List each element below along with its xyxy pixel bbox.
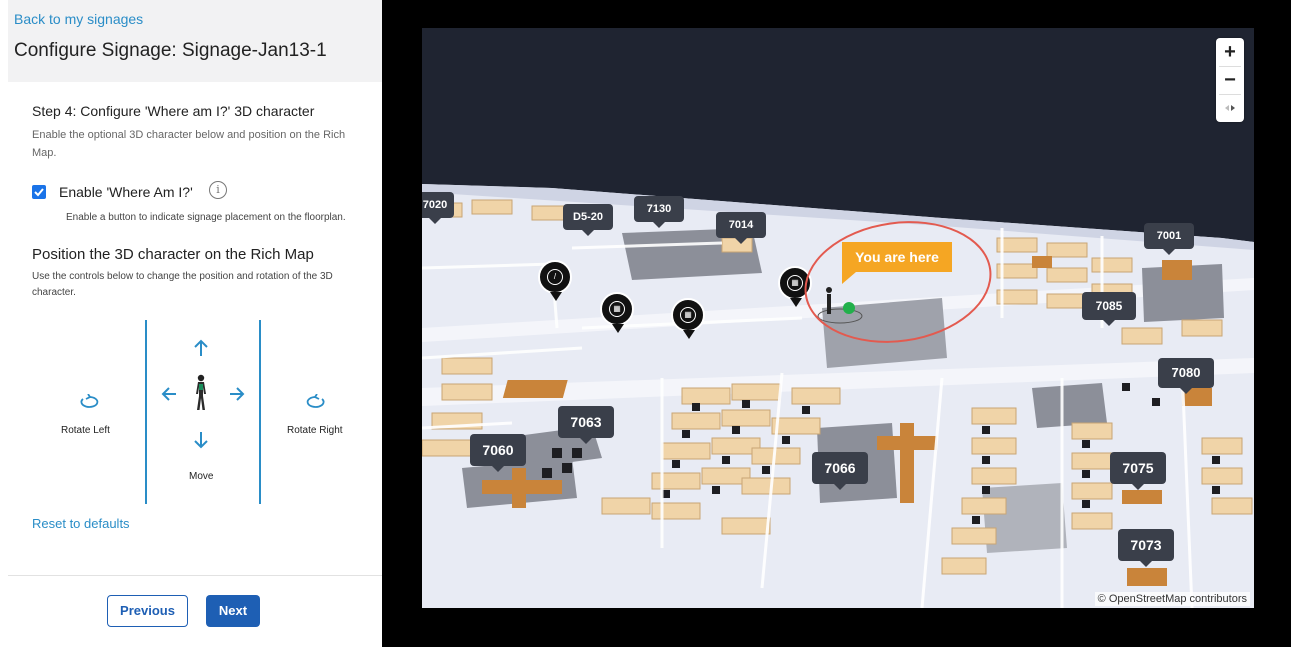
- zoom-controls: + −: [1216, 38, 1244, 122]
- reset-to-defaults-link[interactable]: Reset to defaults: [32, 516, 130, 531]
- room-label[interactable]: 7060: [470, 434, 526, 472]
- move-up-arrow-icon[interactable]: [192, 338, 210, 358]
- info-icon[interactable]: i: [209, 181, 227, 199]
- divider-right: [259, 320, 261, 504]
- zoom-in-button[interactable]: +: [1216, 38, 1244, 66]
- room-label[interactable]: 7085: [1082, 292, 1136, 326]
- enable-where-am-i-checkbox[interactable]: [32, 185, 46, 199]
- map-attribution[interactable]: © OpenStreetMap contributors: [1094, 592, 1250, 606]
- position-description: Use the controls below to change the pos…: [32, 271, 333, 298]
- enable-help-text: Enable a button to indicate signage plac…: [66, 212, 346, 223]
- rotate-left-label: Rotate Left: [61, 425, 110, 436]
- room-label[interactable]: 7073: [1118, 529, 1174, 567]
- room-label[interactable]: 7020: [422, 192, 454, 224]
- enable-where-am-i-label: Enable 'Where Am I?': [59, 184, 193, 200]
- step-title: Step 4: Configure 'Where am I?' 3D chara…: [32, 103, 315, 119]
- room-label[interactable]: D5-20: [563, 204, 613, 236]
- move-label: Move: [189, 471, 214, 482]
- footer-divider: [8, 575, 382, 576]
- stairs-pin-icon[interactable]: /: [538, 260, 572, 301]
- room-label[interactable]: 7130: [634, 196, 684, 228]
- room-pin-icon[interactable]: ▦: [600, 292, 634, 333]
- divider-left: [145, 320, 147, 504]
- step-description: Enable the optional 3D character below a…: [32, 129, 346, 159]
- page-title: Configure Signage: Signage-Jan13-1: [14, 40, 327, 61]
- next-button[interactable]: Next: [206, 595, 260, 627]
- rotate-right-icon[interactable]: [305, 394, 327, 410]
- you-are-here-marker: You are here: [842, 242, 952, 284]
- config-panel: Back to my signages Configure Signage: S…: [0, 0, 382, 647]
- room-label[interactable]: 7080: [1158, 358, 1214, 394]
- position-title: Position the 3D character on the Rich Ma…: [32, 246, 314, 263]
- room-label[interactable]: 7001: [1144, 223, 1194, 255]
- 3d-character-icon: [196, 374, 206, 410]
- move-down-arrow-icon[interactable]: [192, 430, 210, 450]
- back-link[interactable]: Back to my signages: [14, 11, 143, 27]
- room-label[interactable]: 7063: [558, 406, 614, 444]
- rotate-right-label: Rotate Right: [287, 425, 343, 436]
- room-label[interactable]: 7066: [812, 452, 868, 490]
- compass-icon[interactable]: [1216, 94, 1244, 122]
- rotate-left-icon[interactable]: [78, 394, 100, 410]
- app: Back to my signages Configure Signage: S…: [0, 0, 1291, 647]
- previous-button[interactable]: Previous: [107, 595, 188, 627]
- checkmark-icon: [34, 188, 44, 197]
- rich-map[interactable]: 7020 D5-20 7130 7014 7001 7085 7080 7063…: [422, 28, 1254, 608]
- room-label[interactable]: 7014: [716, 212, 766, 244]
- room-label[interactable]: 7075: [1110, 452, 1166, 490]
- zoom-out-button[interactable]: −: [1216, 66, 1244, 94]
- move-left-arrow-icon[interactable]: [160, 385, 178, 403]
- room-pin-icon[interactable]: ▦: [671, 298, 705, 339]
- move-right-arrow-icon[interactable]: [228, 385, 246, 403]
